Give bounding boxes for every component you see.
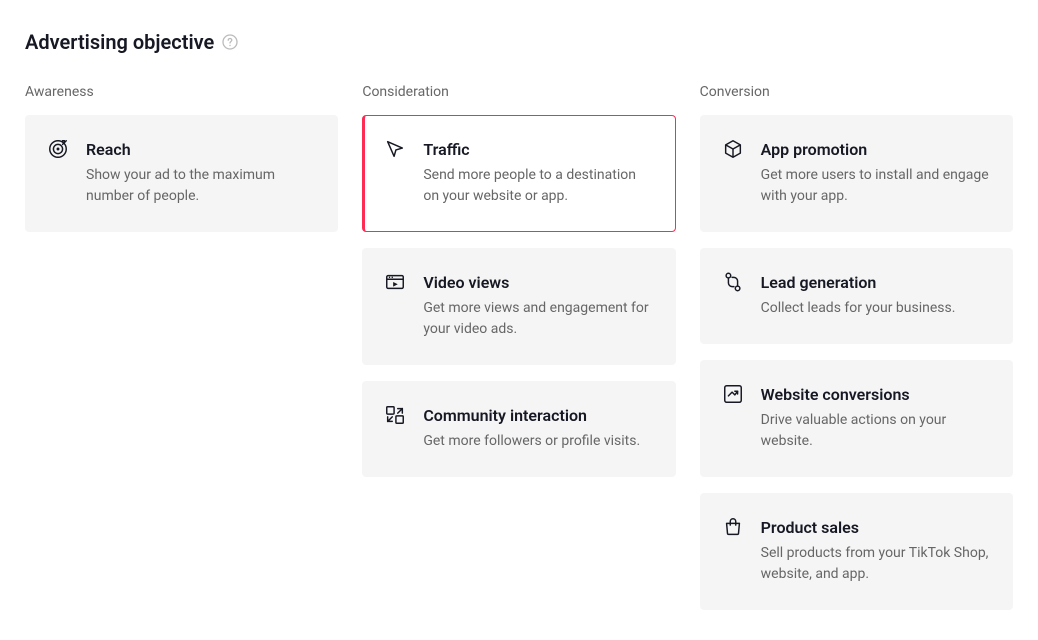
- lead-gen-icon: [721, 271, 745, 295]
- app-promotion-card[interactable]: App promotion Get more users to install …: [700, 115, 1013, 232]
- website-conv-title: Website conversions: [761, 385, 992, 404]
- video-views-desc: Get more views and engagement for your v…: [423, 298, 654, 340]
- video-icon: [383, 271, 407, 295]
- product-sales-card[interactable]: Product sales Sell products from your Ti…: [700, 493, 1013, 610]
- page-header: Advertising objective: [25, 30, 1013, 54]
- traffic-desc: Send more people to a destination on you…: [423, 165, 654, 207]
- awareness-column: Awareness Reach Show your ad to the maxi…: [25, 84, 338, 610]
- reach-title: Reach: [86, 140, 317, 159]
- app-promo-desc: Get more users to install and engage wit…: [761, 165, 992, 207]
- reach-desc: Show your ad to the maximum number of pe…: [86, 165, 317, 207]
- reach-icon: [46, 138, 70, 162]
- conversion-header: Conversion: [700, 84, 1013, 100]
- video-views-card[interactable]: Video views Get more views and engagemen…: [362, 248, 675, 365]
- reach-card[interactable]: Reach Show your ad to the maximum number…: [25, 115, 338, 232]
- app-promo-icon: [721, 138, 745, 162]
- consideration-header: Consideration: [362, 84, 675, 100]
- lead-generation-card[interactable]: Lead generation Collect leads for your b…: [700, 248, 1013, 344]
- product-sales-icon: [721, 516, 745, 540]
- website-conversions-card[interactable]: Website conversions Drive valuable actio…: [700, 360, 1013, 477]
- lead-gen-desc: Collect leads for your business.: [761, 298, 992, 319]
- app-promo-title: App promotion: [761, 140, 992, 159]
- awareness-header: Awareness: [25, 84, 338, 100]
- traffic-title: Traffic: [423, 140, 654, 159]
- video-views-title: Video views: [423, 273, 654, 292]
- community-desc: Get more followers or profile visits.: [423, 431, 654, 452]
- website-conv-desc: Drive valuable actions on your website.: [761, 410, 992, 452]
- traffic-icon: [383, 138, 407, 162]
- consideration-column: Consideration Traffic Send more people t…: [362, 84, 675, 610]
- traffic-card[interactable]: Traffic Send more people to a destinatio…: [362, 115, 675, 232]
- product-sales-title: Product sales: [761, 518, 992, 537]
- help-icon[interactable]: [222, 34, 238, 50]
- community-card[interactable]: Community interaction Get more followers…: [362, 381, 675, 477]
- product-sales-desc: Sell products from your TikTok Shop, web…: [761, 543, 992, 585]
- lead-gen-title: Lead generation: [761, 273, 992, 292]
- page-title: Advertising objective: [25, 30, 214, 54]
- conversion-column: Conversion App promotion Get more users …: [700, 84, 1013, 610]
- website-conv-icon: [721, 383, 745, 407]
- community-title: Community interaction: [423, 406, 654, 425]
- community-icon: [383, 404, 407, 428]
- objective-columns: Awareness Reach Show your ad to the maxi…: [25, 84, 1013, 610]
